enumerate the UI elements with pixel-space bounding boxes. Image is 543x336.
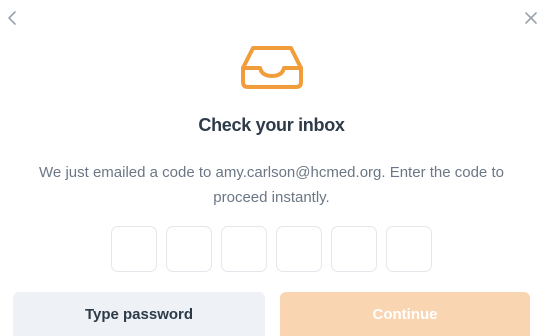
code-input-group (111, 226, 432, 272)
dialog-description: We just emailed a code to amy.carlson@hc… (39, 164, 504, 206)
chevron-left-icon (8, 11, 16, 25)
inbox-icon (241, 46, 303, 89)
code-digit-1[interactable] (111, 226, 157, 272)
close-button[interactable] (521, 8, 541, 28)
code-digit-3[interactable] (221, 226, 267, 272)
code-digit-2[interactable] (166, 226, 212, 272)
code-digit-6[interactable] (386, 226, 432, 272)
close-icon (525, 12, 537, 24)
code-digit-5[interactable] (331, 226, 377, 272)
type-password-button[interactable]: Type password (13, 292, 265, 336)
continue-button[interactable]: Continue (280, 292, 530, 336)
code-digit-4[interactable] (276, 226, 322, 272)
verification-dialog: Check your inbox We just emailed a code … (0, 0, 543, 336)
dialog-title: Check your inbox (198, 115, 345, 135)
back-button[interactable] (2, 8, 22, 28)
